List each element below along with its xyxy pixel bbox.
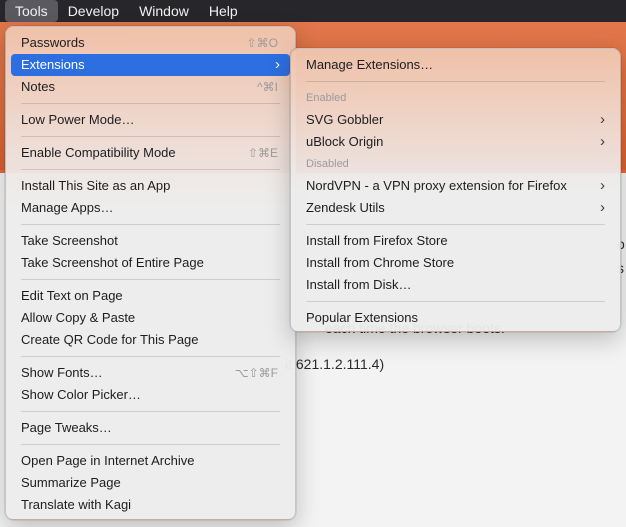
- menu-item-notes[interactable]: Notes ^⌘I: [11, 76, 290, 98]
- menu-item-label: Take Screenshot of Entire Page: [21, 255, 204, 270]
- menu-item-extension-nordvpn[interactable]: NordVPN - a VPN proxy extension for Fire…: [296, 175, 615, 197]
- section-label-disabled: Disabled: [306, 158, 349, 170]
- menu-item-label: Zendesk Utils: [306, 200, 385, 215]
- menu-item-label: Open Page in Internet Archive: [21, 453, 195, 468]
- menu-item-extension-svg-gobbler[interactable]: SVG Gobbler ›: [296, 109, 615, 131]
- menu-separator: [11, 131, 290, 142]
- menu-item-label: Translate with Kagi: [21, 497, 132, 512]
- menu-item-manage-extensions[interactable]: Manage Extensions…: [296, 54, 615, 76]
- menubar-window[interactable]: Window: [129, 0, 199, 22]
- menu-item-label: Edit Text on Page: [21, 288, 123, 303]
- section-label-enabled: Enabled: [306, 92, 347, 104]
- menu-item-label: Allow Copy & Paste: [21, 310, 136, 325]
- menu-separator: [11, 164, 290, 175]
- menu-item-compatibility-mode[interactable]: Enable Compatibility Mode ⇧⌘E: [11, 142, 290, 164]
- menu-item-show-color-picker[interactable]: Show Color Picker…: [11, 384, 290, 406]
- menu-item-label: Passwords: [21, 35, 85, 50]
- menu-item-show-fonts[interactable]: Show Fonts… ⌥⇧⌘F: [11, 362, 290, 384]
- chevron-right-icon: ›: [600, 199, 605, 216]
- menu-item-label: Popular Extensions: [306, 310, 419, 325]
- menu-item-label: Enable Compatibility Mode: [21, 145, 176, 160]
- shortcut-label: ⇧⌘E: [247, 146, 278, 160]
- menu-item-take-screenshot-entire-page[interactable]: Take Screenshot of Entire Page: [11, 252, 290, 274]
- menu-item-label: Install This Site as an App: [21, 178, 171, 193]
- menu-item-passwords[interactable]: Passwords ⇧⌘O: [11, 32, 290, 54]
- menu-item-label: Create QR Code for This Page: [21, 332, 199, 347]
- menu-item-translate-kagi[interactable]: Translate with Kagi: [11, 494, 290, 516]
- menu-item-label: Take Screenshot: [21, 233, 118, 248]
- menu-item-label: Manage Extensions…: [306, 57, 434, 72]
- shortcut-label: ^⌘I: [257, 80, 278, 94]
- menu-separator: [296, 296, 615, 307]
- menubar: Tools Develop Window Help: [0, 0, 626, 22]
- menu-item-label: Install from Firefox Store: [306, 233, 448, 248]
- menu-item-label: Extensions: [21, 57, 85, 72]
- menu-item-label: Show Fonts…: [21, 365, 103, 380]
- menu-item-label: Notes: [21, 79, 55, 94]
- menu-item-low-power-mode[interactable]: Low Power Mode…: [11, 109, 290, 131]
- menu-item-summarize-page[interactable]: Summarize Page: [11, 472, 290, 494]
- menu-item-allow-copy-paste[interactable]: Allow Copy & Paste: [11, 307, 290, 329]
- menu-item-create-qr-code[interactable]: Create QR Code for This Page: [11, 329, 290, 351]
- menu-item-internet-archive[interactable]: Open Page in Internet Archive: [11, 450, 290, 472]
- menu-separator: [11, 98, 290, 109]
- menubar-help[interactable]: Help: [199, 0, 248, 22]
- menu-separator: [296, 219, 615, 230]
- extensions-submenu: Manage Extensions… Enabled SVG Gobbler ›…: [290, 48, 621, 332]
- menu-item-label: uBlock Origin: [306, 134, 384, 149]
- menu-item-label: Install from Chrome Store: [306, 255, 455, 270]
- menu-item-install-firefox-store[interactable]: Install from Firefox Store: [296, 230, 615, 252]
- menu-item-label: Summarize Page: [21, 475, 121, 490]
- menu-separator: [296, 76, 615, 87]
- menu-separator: [11, 351, 290, 362]
- menu-item-label: Show Color Picker…: [21, 387, 141, 402]
- shortcut-label: ⌥⇧⌘F: [234, 366, 278, 380]
- menu-separator: [11, 274, 290, 285]
- menu-item-extensions[interactable]: Extensions ›: [11, 54, 290, 76]
- menu-item-label: Install from Disk…: [306, 277, 412, 292]
- menu-item-label: SVG Gobbler: [306, 112, 384, 127]
- menu-item-label: Low Power Mode…: [21, 112, 135, 127]
- tools-menu: Passwords ⇧⌘O Extensions › Notes ^⌘I Low…: [5, 26, 296, 520]
- shortcut-label: ⇧⌘O: [246, 36, 278, 50]
- menu-item-page-tweaks[interactable]: Page Tweaks…: [11, 417, 290, 439]
- menubar-develop[interactable]: Develop: [58, 0, 129, 22]
- menu-separator: [11, 406, 290, 417]
- menu-item-install-site-as-app[interactable]: Install This Site as an App: [11, 175, 290, 197]
- menu-item-extension-zendesk-utils[interactable]: Zendesk Utils ›: [296, 197, 615, 219]
- menu-item-label: Page Tweaks…: [21, 420, 112, 435]
- menu-item-label: NordVPN - a VPN proxy extension for Fire…: [306, 178, 567, 193]
- menubar-tools[interactable]: Tools: [5, 0, 58, 22]
- menu-separator: [11, 439, 290, 450]
- menu-item-install-chrome-store[interactable]: Install from Chrome Store: [296, 252, 615, 274]
- chevron-right-icon: ›: [600, 133, 605, 150]
- chevron-right-icon: ›: [600, 111, 605, 128]
- menu-item-edit-text[interactable]: Edit Text on Page: [11, 285, 290, 307]
- menu-item-popular-extensions[interactable]: Popular Extensions: [296, 307, 615, 329]
- menu-item-install-from-disk[interactable]: Install from Disk…: [296, 274, 615, 296]
- page-text-line: it 621.1.2.111.4): [285, 356, 385, 372]
- menu-separator: [11, 219, 290, 230]
- menu-item-take-screenshot[interactable]: Take Screenshot: [11, 230, 290, 252]
- menu-item-extension-ublock-origin[interactable]: uBlock Origin ›: [296, 131, 615, 153]
- menu-item-label: Manage Apps…: [21, 200, 114, 215]
- menu-item-manage-apps[interactable]: Manage Apps…: [11, 197, 290, 219]
- chevron-right-icon: ›: [600, 177, 605, 194]
- chevron-right-icon: ›: [275, 56, 280, 73]
